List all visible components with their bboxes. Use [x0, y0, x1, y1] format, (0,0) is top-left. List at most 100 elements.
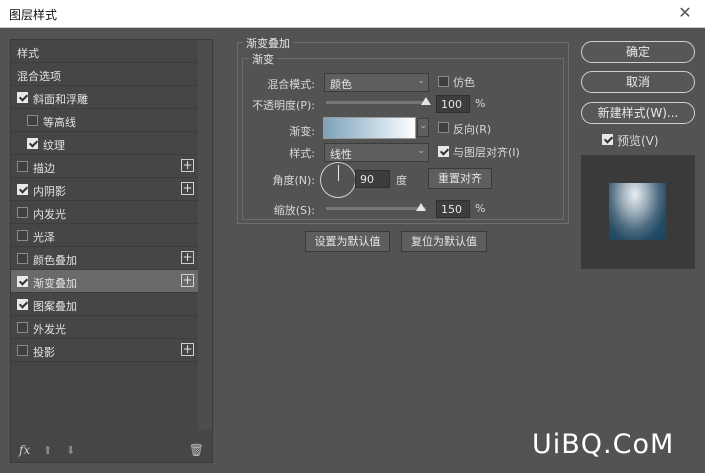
satin-checkbox[interactable]: [17, 230, 28, 241]
style-item-gradient-overlay[interactable]: 渐变叠加 +: [11, 270, 199, 293]
dither-checkbox[interactable]: [438, 76, 449, 87]
style-item-color-overlay[interactable]: 颜色叠加 +: [11, 247, 199, 270]
styles-footer: fx ⬆ ⬇ 🗑: [11, 440, 212, 462]
styles-panel: 样式 混合选项 斜面和浮雕 等高线 纹理 描边 + 内阴影 + 内发光 光泽 颜…: [10, 39, 213, 463]
style-select[interactable]: 线性 ⌄: [324, 143, 429, 162]
scale-label: 缩放(S):: [273, 204, 315, 217]
styles-header[interactable]: 样式: [11, 40, 199, 63]
pattern-overlay-checkbox[interactable]: [17, 299, 28, 310]
style-item-label: 描边: [33, 162, 55, 175]
style-item-texture[interactable]: 纹理: [11, 132, 199, 155]
preview-checkbox[interactable]: [602, 134, 613, 145]
blend-options-item[interactable]: 混合选项: [11, 63, 199, 86]
preview-label: 预览(V): [617, 134, 659, 148]
style-item-bevel-emboss[interactable]: 斜面和浮雕: [11, 86, 199, 109]
window-title: 图层样式: [9, 8, 58, 22]
dither-label: 仿色: [453, 76, 475, 89]
style-item-label: 投影: [33, 346, 55, 359]
gradient-label: 渐变:: [289, 125, 315, 138]
preview-box: [581, 155, 695, 269]
cancel-button[interactable]: 取消: [581, 71, 695, 93]
scale-input[interactable]: 150: [436, 200, 470, 218]
styles-list: 样式 混合选项 斜面和浮雕 等高线 纹理 描边 + 内阴影 + 内发光 光泽 颜…: [11, 40, 199, 430]
align-with-layer-label: 与图层对齐(I): [453, 146, 520, 159]
style-item-contour[interactable]: 等高线: [11, 109, 199, 132]
opacity-slider-thumb[interactable]: [421, 97, 431, 105]
style-item-label: 内阴影: [33, 185, 66, 198]
move-down-icon[interactable]: ⬇: [66, 444, 75, 457]
reverse-checkbox[interactable]: [438, 122, 449, 133]
color-overlay-checkbox[interactable]: [17, 253, 28, 264]
style-item-label: 等高线: [43, 116, 76, 129]
add-stroke-plus-icon[interactable]: +: [181, 159, 194, 172]
gradient-overlay-title: 渐变叠加: [243, 35, 293, 51]
style-item-stroke[interactable]: 描边 +: [11, 155, 199, 178]
gradient-picker-dropdown[interactable]: ⌄: [417, 118, 429, 137]
add-color-overlay-plus-icon[interactable]: +: [181, 251, 194, 264]
styles-header-label: 样式: [17, 47, 39, 60]
contour-checkbox[interactable]: [27, 115, 38, 126]
preview-thumbnail: [609, 183, 666, 240]
styles-list-scrollbar[interactable]: [198, 40, 212, 430]
scale-slider-thumb[interactable]: [416, 203, 426, 211]
align-with-layer-checkbox[interactable]: [438, 146, 449, 157]
trash-icon[interactable]: 🗑: [189, 443, 204, 457]
blend-options-label: 混合选项: [17, 70, 61, 83]
inner-glow-checkbox[interactable]: [17, 207, 28, 218]
style-item-drop-shadow[interactable]: 投影 +: [11, 339, 199, 362]
opacity-label: 不透明度(P):: [252, 99, 315, 112]
outer-glow-checkbox[interactable]: [17, 322, 28, 333]
move-up-icon[interactable]: ⬆: [43, 444, 52, 457]
style-item-label: 内发光: [33, 208, 66, 221]
scale-unit: %: [475, 202, 486, 215]
close-icon[interactable]: ✕: [675, 3, 695, 23]
texture-checkbox[interactable]: [27, 138, 38, 149]
blend-mode-label: 混合模式:: [267, 78, 315, 91]
add-drop-shadow-plus-icon[interactable]: +: [181, 343, 194, 356]
style-item-label: 斜面和浮雕: [33, 93, 88, 106]
opacity-unit: %: [475, 97, 486, 110]
title-bar: 图层样式 ✕: [0, 0, 705, 28]
reset-alignment-button[interactable]: 重置对齐: [428, 168, 492, 189]
style-item-outer-glow[interactable]: 外发光: [11, 316, 199, 339]
style-item-label: 纹理: [43, 139, 65, 152]
drop-shadow-checkbox[interactable]: [17, 345, 28, 356]
stroke-checkbox[interactable]: [17, 161, 28, 172]
gradient-overlay-checkbox[interactable]: [17, 276, 28, 287]
style-item-label: 渐变叠加: [33, 277, 77, 290]
fx-icon[interactable]: fx: [19, 443, 30, 457]
opacity-slider[interactable]: [326, 97, 431, 105]
chevron-down-icon: ⌄: [417, 76, 425, 86]
style-item-label: 外发光: [33, 323, 66, 336]
angle-dial[interactable]: [320, 162, 356, 198]
style-item-inner-shadow[interactable]: 内阴影 +: [11, 178, 199, 201]
gradient-subgroup-title: 渐变: [249, 51, 277, 67]
add-inner-shadow-plus-icon[interactable]: +: [181, 182, 194, 195]
new-style-button[interactable]: 新建样式(W)...: [581, 102, 695, 124]
angle-input[interactable]: 90: [355, 170, 390, 188]
add-gradient-overlay-plus-icon[interactable]: +: [181, 274, 194, 287]
style-item-inner-glow[interactable]: 内发光: [11, 201, 199, 224]
style-item-label: 光泽: [33, 231, 55, 244]
bevel-emboss-checkbox[interactable]: [17, 92, 28, 103]
chevron-down-icon: ⌄: [419, 121, 427, 131]
chevron-down-icon: ⌄: [417, 146, 425, 156]
style-value: 线性: [330, 148, 352, 161]
scale-slider[interactable]: [326, 203, 426, 211]
set-default-button[interactable]: 设置为默认值: [305, 231, 390, 252]
angle-label: 角度(N):: [272, 174, 315, 187]
watermark: UiBQ.CoM: [532, 429, 675, 460]
opacity-input[interactable]: 100: [436, 95, 470, 113]
angle-unit: 度: [396, 174, 407, 187]
gradient-swatch[interactable]: [323, 117, 416, 139]
blend-mode-select[interactable]: 颜色 ⌄: [324, 73, 429, 92]
style-label: 样式:: [289, 147, 315, 160]
ok-button[interactable]: 确定: [581, 41, 695, 63]
style-item-satin[interactable]: 光泽: [11, 224, 199, 247]
reverse-label: 反向(R): [453, 123, 492, 136]
reset-default-button[interactable]: 复位为默认值: [401, 231, 487, 252]
style-item-label: 颜色叠加: [33, 254, 77, 267]
inner-shadow-checkbox[interactable]: [17, 184, 28, 195]
style-item-pattern-overlay[interactable]: 图案叠加: [11, 293, 199, 316]
blend-mode-value: 颜色: [330, 78, 352, 91]
